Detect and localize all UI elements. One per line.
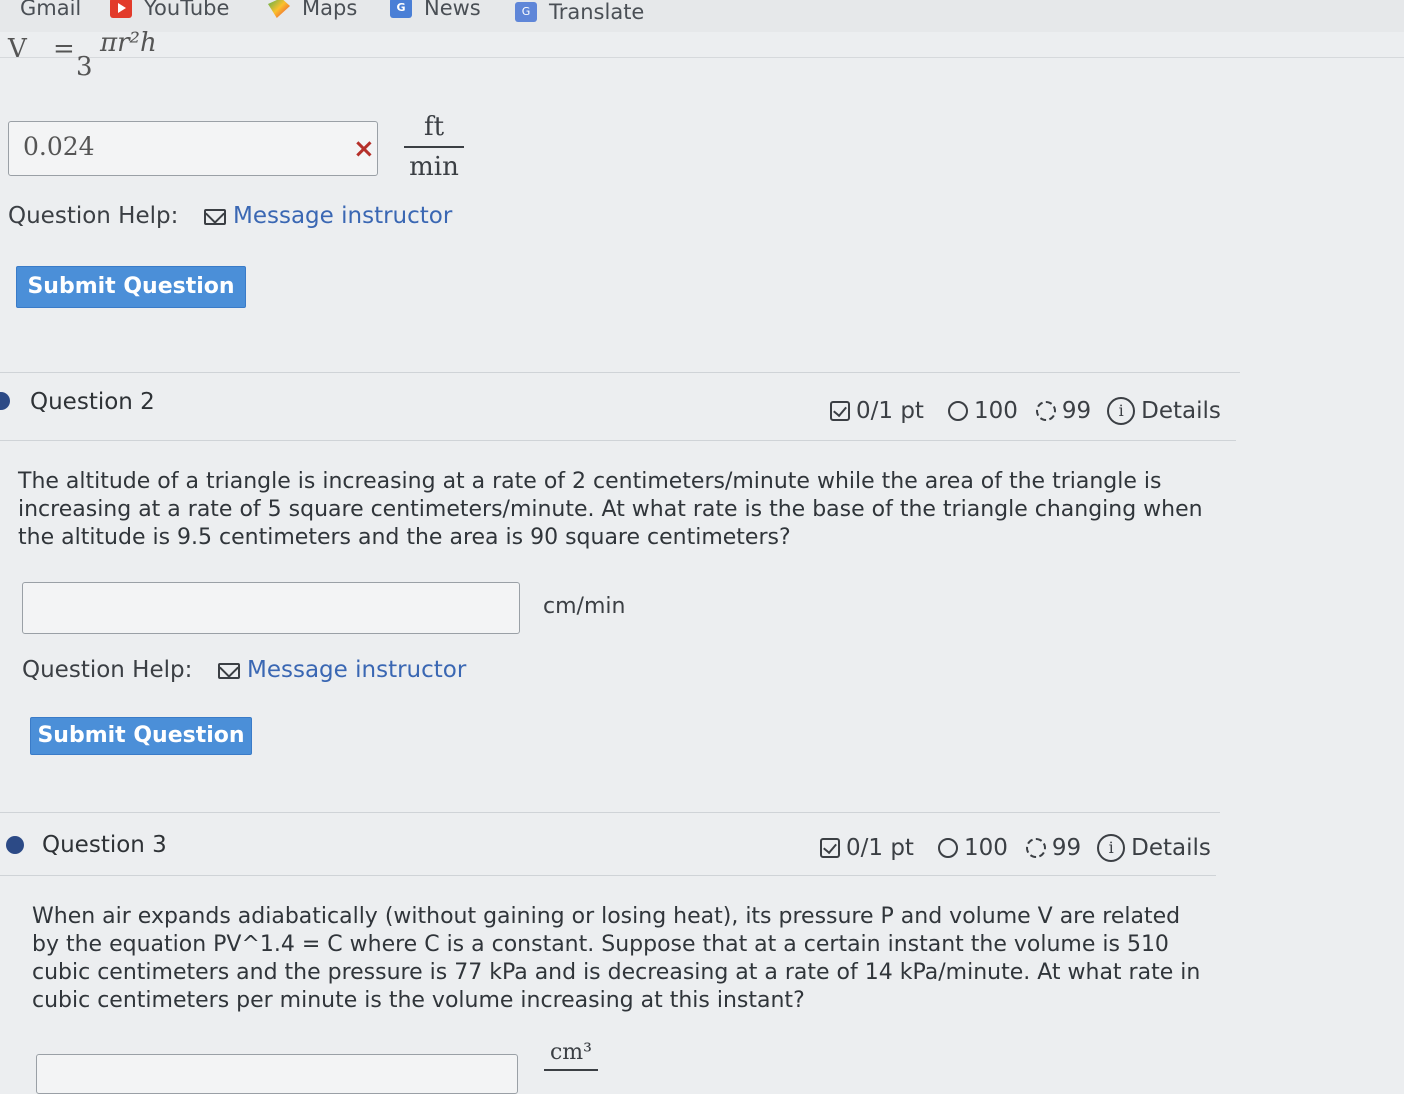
q3-meta: 0/1 pt 100 99 i Details xyxy=(820,834,1211,862)
q3-score: 0/1 pt xyxy=(846,835,914,861)
q1-unit: ft min xyxy=(404,112,464,182)
undo-icon xyxy=(947,401,968,421)
q1-answer-input[interactable]: 0.024 × xyxy=(8,121,378,176)
bookmark-label: News xyxy=(424,0,481,20)
q2-submit-button[interactable]: Submit Question xyxy=(30,717,252,755)
incorrect-icon: × xyxy=(353,134,375,164)
q2-answer-input[interactable] xyxy=(22,582,520,634)
q2-attempts: 100 xyxy=(973,398,1018,424)
q2-meta: 0/1 pt 100 99 i Details xyxy=(830,397,1221,425)
fraction-bar xyxy=(544,1069,598,1071)
formula-fragment: V = 3 πr²h xyxy=(8,28,157,82)
info-icon[interactable]: i xyxy=(1107,397,1136,425)
q3-attempts: 100 xyxy=(963,835,1008,861)
mail-icon xyxy=(203,208,226,225)
formula-denominator: 3 xyxy=(76,52,93,82)
q2-question-text: The altitude of a triangle is increasing… xyxy=(18,469,1203,550)
q2-question-help: Question Help: Message instructor xyxy=(22,657,466,683)
unit-numerator: cm³ xyxy=(549,1040,592,1065)
q1-message-instructor[interactable]: Message instructor xyxy=(203,203,452,229)
checkbox-icon xyxy=(820,838,840,858)
bookmark-news[interactable]: G News xyxy=(390,0,481,20)
q2-score: 0/1 pt xyxy=(856,398,924,424)
bookmark-label: Maps xyxy=(302,0,358,20)
q3-details-link[interactable]: Details xyxy=(1131,835,1211,861)
bookmark-youtube[interactable]: YouTube xyxy=(110,0,229,20)
bookmark-maps[interactable]: Maps xyxy=(268,0,357,20)
info-icon[interactable]: i xyxy=(1097,834,1126,862)
section-divider xyxy=(0,372,1240,373)
q2-details-link[interactable]: Details xyxy=(1141,398,1221,424)
mail-icon xyxy=(217,662,240,679)
q2-title: Question 2 xyxy=(30,389,155,415)
retry-icon xyxy=(1035,401,1056,421)
submit-label: Submit Question xyxy=(27,274,235,299)
retry-icon xyxy=(1025,838,1046,858)
news-icon: G xyxy=(390,0,412,18)
help-label: Question Help: xyxy=(8,203,179,229)
fraction-bar xyxy=(404,146,464,148)
unit-denominator: min xyxy=(409,151,459,182)
submit-label: Submit Question xyxy=(37,723,245,748)
youtube-icon xyxy=(110,0,132,18)
translate-icon: G xyxy=(515,2,537,22)
section-divider xyxy=(0,440,1236,441)
formula-equals: = xyxy=(53,34,75,64)
undo-icon xyxy=(937,838,958,858)
message-instructor-link[interactable]: Message instructor xyxy=(247,657,466,683)
q3-answer-input[interactable] xyxy=(36,1054,518,1094)
q3-title: Question 3 xyxy=(42,832,167,858)
q2-retries: 99 xyxy=(1061,398,1092,424)
q2-unit: cm/min xyxy=(543,594,626,619)
section-divider xyxy=(0,875,1216,876)
q3-question-text: When air expands adiabatically (without … xyxy=(32,904,1201,1013)
bookmarks-divider xyxy=(0,57,1404,58)
bookmark-label: Gmail xyxy=(20,0,82,20)
q3-retries: 99 xyxy=(1051,835,1082,861)
q1-submit-button[interactable]: Submit Question xyxy=(16,266,246,308)
question-status-dot xyxy=(6,836,24,854)
unit-numerator: ft xyxy=(423,112,445,142)
bookmark-gmail[interactable]: Gmail xyxy=(0,0,81,20)
formula-variable: V xyxy=(8,34,27,64)
q1-answer-value: 0.024 xyxy=(23,132,95,161)
help-label: Question Help: xyxy=(22,657,193,683)
bookmarks-bar: Gmail YouTube Maps G News G Translate xyxy=(0,0,1404,32)
section-divider xyxy=(0,812,1220,813)
checkbox-icon xyxy=(830,401,850,421)
maps-icon xyxy=(268,0,290,18)
formula-expression: πr²h xyxy=(100,28,157,58)
bookmark-translate[interactable]: G Translate xyxy=(515,0,644,24)
question-status-dot xyxy=(0,392,10,410)
q1-question-help: Question Help: Message instructor xyxy=(8,203,452,229)
bookmark-label: Translate xyxy=(549,0,645,24)
q3-unit: cm³ xyxy=(544,1040,598,1071)
bookmark-label: YouTube xyxy=(144,0,230,20)
message-instructor-link[interactable]: Message instructor xyxy=(233,203,452,229)
q2-message-instructor[interactable]: Message instructor xyxy=(217,657,466,683)
